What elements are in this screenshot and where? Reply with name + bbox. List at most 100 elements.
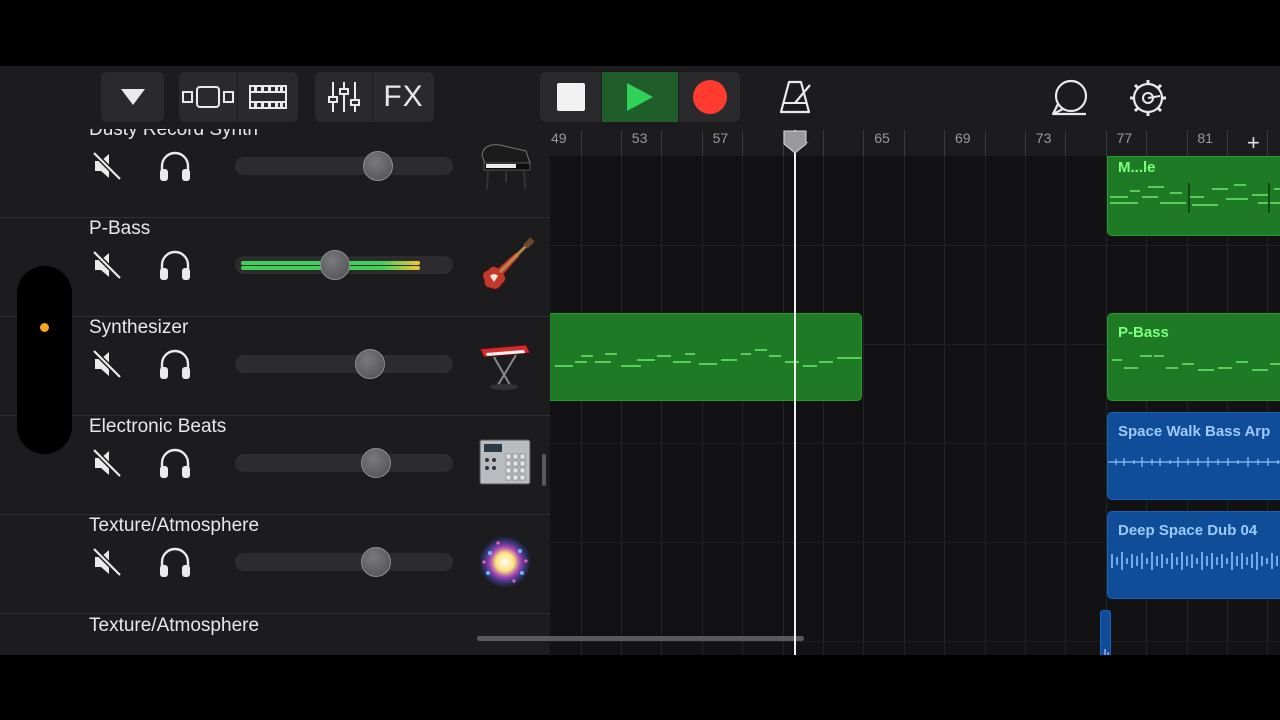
mixer-button[interactable] — [315, 72, 372, 122]
fx-button[interactable]: FX — [373, 72, 434, 122]
record-icon — [692, 80, 727, 114]
track-name[interactable]: Synthesizer — [89, 317, 188, 339]
fx-label: FX — [383, 80, 424, 113]
headphones-icon[interactable] — [158, 447, 192, 479]
playhead-handle[interactable] — [782, 130, 808, 154]
volume-slider[interactable] — [235, 448, 453, 478]
waveform — [1108, 457, 1280, 467]
grid-line — [944, 156, 946, 655]
mute-icon[interactable] — [91, 348, 123, 380]
ruler-tick — [1186, 130, 1188, 156]
track-name[interactable]: Texture/Atmosphere — [89, 615, 259, 637]
track-header[interactable]: Texture/Atmosphere — [0, 614, 550, 655]
ruler-tick — [1226, 130, 1228, 156]
volume-slider[interactable] — [235, 151, 453, 181]
ruler-bar-label: 49 — [551, 130, 567, 146]
midi-notes — [1110, 183, 1280, 213]
grid-line — [1024, 156, 1026, 655]
loop-browser-button[interactable] — [1050, 78, 1090, 118]
region-label: Space Walk Bass Arp — [1118, 423, 1271, 440]
settings-button[interactable] — [1128, 78, 1168, 118]
horizontal-scrollbar[interactable] — [477, 636, 804, 641]
metronome-icon — [779, 80, 811, 114]
midi-notes — [1112, 355, 1280, 371]
ruler-tick — [984, 130, 986, 156]
track-name[interactable]: P-Bass — [89, 218, 150, 240]
volume-knob[interactable] — [361, 448, 391, 478]
grid-line — [984, 156, 986, 655]
headphones-icon[interactable] — [158, 348, 192, 380]
volume-knob[interactable] — [363, 151, 393, 181]
playhead-line[interactable] — [794, 130, 796, 655]
add-section-button[interactable]: + — [1247, 130, 1260, 156]
ruler-tick — [580, 130, 582, 156]
volume-slider[interactable] — [235, 349, 453, 379]
track-header[interactable]: Dusty Record Synth — [0, 129, 550, 218]
mute-icon[interactable] — [91, 546, 123, 578]
track-header[interactable]: Synthesizer — [0, 317, 550, 416]
lane-separator — [550, 641, 1280, 642]
grid-icon — [249, 85, 287, 109]
grid-line — [903, 156, 905, 655]
ruler-tick — [701, 130, 703, 156]
mute-icon[interactable] — [91, 249, 123, 281]
lane-separator — [550, 245, 1280, 246]
drum-machine-icon[interactable] — [476, 434, 534, 492]
grid-line — [822, 156, 824, 655]
volume-knob[interactable] — [320, 250, 350, 280]
audio-region[interactable]: Deep Space Dub 04 — [1107, 511, 1280, 599]
mute-icon[interactable] — [91, 447, 123, 479]
tracks-view-icon — [182, 86, 234, 108]
volume-slider[interactable] — [235, 547, 453, 577]
audio-region[interactable] — [1100, 610, 1111, 655]
ruler-bar-label: 57 — [712, 130, 729, 146]
browser-button[interactable] — [101, 72, 164, 122]
grid-line — [863, 156, 865, 655]
headphones-icon[interactable] — [158, 249, 192, 281]
metronome-button[interactable] — [776, 78, 814, 116]
grid-line — [620, 156, 622, 655]
ruler-bar-label: 53 — [631, 130, 648, 146]
midi-region[interactable]: M...le — [1107, 156, 1280, 236]
vertical-scrollbar[interactable] — [542, 454, 546, 486]
track-scroll-pill[interactable] — [17, 266, 72, 454]
headphones-icon[interactable] — [158, 546, 192, 578]
grid-line — [1065, 156, 1067, 655]
live-loops-button[interactable] — [238, 72, 298, 122]
track-name[interactable]: Electronic Beats — [89, 416, 226, 438]
mute-icon[interactable] — [91, 150, 123, 182]
region-label: Deep Space Dub 04 — [1118, 522, 1258, 539]
tracks-timeline[interactable]: M...le P-Bass Space Walk Bass Arp Deep S… — [550, 156, 1280, 655]
stop-button[interactable] — [540, 72, 601, 122]
volume-knob[interactable] — [361, 547, 391, 577]
track-name[interactable]: Dusty Record Synth — [89, 129, 258, 141]
record-button[interactable] — [679, 72, 740, 122]
midi-region[interactable]: P-Bass — [1107, 313, 1280, 401]
track-header[interactable]: P-Bass — [0, 218, 550, 317]
volume-knob[interactable] — [355, 349, 385, 379]
sparkle-icon[interactable] — [476, 533, 534, 591]
bass-guitar-icon[interactable] — [476, 236, 534, 294]
app-window: FX Dusty Record Synth P-Bass Synthesizer… — [0, 66, 1280, 655]
track-header[interactable]: Electronic Beats — [0, 416, 550, 515]
ruler-tick — [944, 130, 946, 156]
track-name[interactable]: Texture/Atmosphere — [89, 515, 259, 537]
ruler-bar-label: 81 — [1197, 130, 1213, 146]
gear-icon — [1130, 80, 1166, 116]
tracks-view-button[interactable] — [179, 72, 237, 122]
midi-region[interactable] — [550, 313, 862, 401]
play-button[interactable] — [602, 72, 678, 122]
ruler-bar-label: 65 — [874, 130, 890, 146]
grid-line — [701, 156, 703, 655]
ruler-bar-label: 69 — [955, 130, 971, 146]
timeline-ruler[interactable]: 495357616569737781 — [550, 129, 1280, 156]
keyboard-synth-icon[interactable] — [476, 335, 534, 393]
piano-icon[interactable] — [476, 137, 534, 195]
region-label: P-Bass — [1118, 324, 1169, 341]
headphones-icon[interactable] — [158, 150, 192, 182]
ruler-tick — [863, 130, 865, 156]
volume-slider[interactable] — [235, 250, 453, 280]
audio-region[interactable]: Space Walk Bass Arp — [1107, 412, 1280, 500]
ruler-tick — [620, 130, 622, 156]
track-header[interactable]: Texture/Atmosphere — [0, 515, 550, 614]
